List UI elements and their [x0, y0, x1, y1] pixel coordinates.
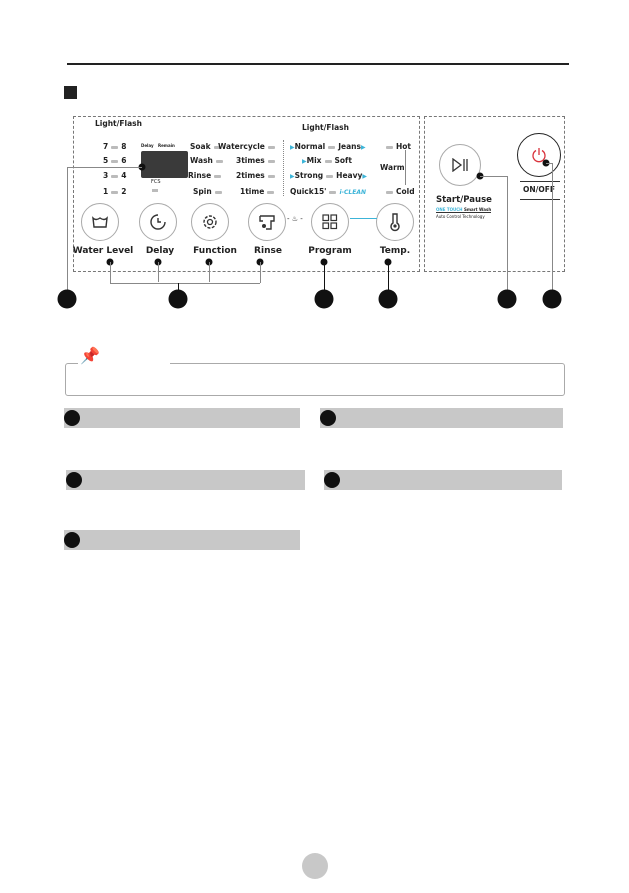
- light-flash-label: Light/Flash: [302, 123, 349, 132]
- divider: [520, 199, 560, 200]
- rinse-label: Rinse: [254, 246, 282, 256]
- level-label: 4: [121, 171, 127, 180]
- top-rule: [67, 63, 569, 65]
- section-bar: [66, 470, 305, 490]
- start-pause-label: Start/Pause: [436, 195, 492, 205]
- level-label: 3: [103, 171, 109, 180]
- temp-warm: Warm: [380, 163, 405, 172]
- function-soak: Soak: [190, 142, 211, 151]
- shirt-drop-icon: [259, 215, 275, 230]
- function-rinse: Rinse: [188, 171, 212, 180]
- digit-display: [141, 151, 188, 178]
- program-button[interactable]: [311, 203, 349, 241]
- program-normal: Normal: [294, 142, 326, 151]
- delay-button[interactable]: [139, 203, 177, 241]
- callout-marker: [542, 289, 562, 309]
- temp-cold: Cold: [396, 187, 415, 196]
- basin-icon: [92, 216, 108, 228]
- fcs-led: [152, 189, 158, 192]
- water-level-button[interactable]: [81, 203, 119, 241]
- delay-label: Delay: [141, 143, 154, 148]
- level-label: 6: [121, 156, 127, 165]
- divider: [436, 212, 491, 213]
- bullet-icon: [66, 472, 82, 488]
- temp-label: Temp.: [379, 246, 411, 256]
- fcs-link: [350, 218, 377, 219]
- callout-marker: [314, 289, 334, 309]
- rinse-button[interactable]: [248, 203, 286, 241]
- program-label: Program: [308, 246, 352, 256]
- bullet-icon: [64, 410, 80, 426]
- rinse-3times: 3times: [236, 156, 265, 165]
- function-label: Function: [193, 246, 237, 256]
- temp-button[interactable]: [376, 203, 414, 241]
- function-spin: Spin: [193, 187, 212, 196]
- tech-text: Auto Control Technology: [436, 214, 485, 219]
- bullet-icon: [324, 472, 340, 488]
- page-number-badge: [302, 853, 328, 879]
- callout-marker: [497, 289, 517, 309]
- warm-bracket: [405, 150, 406, 185]
- level-label: 7: [103, 142, 109, 151]
- callout-marker: [168, 289, 188, 309]
- level-label: 1: [103, 187, 109, 196]
- program-jeans: Jeans: [338, 142, 361, 151]
- level-label: 5: [103, 156, 109, 165]
- level-label: 2: [121, 187, 127, 196]
- rinse-watercycle: Watercycle: [218, 142, 265, 151]
- start-pause-button[interactable]: [439, 144, 481, 186]
- section-bar: [64, 530, 300, 550]
- program-strong: Strong: [294, 171, 324, 180]
- program-quick15: Quick15': [290, 187, 327, 196]
- delay-label: Delay: [145, 246, 175, 256]
- bullet-icon: [64, 532, 80, 548]
- program-heavy: Heavy: [336, 171, 363, 180]
- program-soft: Soft: [334, 156, 352, 165]
- section-bar: [64, 408, 300, 428]
- program-iclean: i-CLEAN: [339, 189, 366, 196]
- section-marker: [64, 86, 77, 99]
- function-wash: Wash: [190, 156, 213, 165]
- power-button[interactable]: [517, 133, 561, 177]
- play-pause-icon: [452, 158, 468, 172]
- water-level-label: Water Level: [72, 246, 134, 256]
- section-bar: [320, 408, 563, 428]
- rinse-2times: 2times: [236, 171, 265, 180]
- bullet-icon: [320, 410, 336, 426]
- callout-marker: [57, 289, 77, 309]
- section-bar: [324, 470, 562, 490]
- light-flash-label: Light/Flash: [95, 119, 142, 128]
- rinse-1time: 1time: [240, 187, 265, 196]
- level-label: 8: [121, 142, 127, 151]
- divider: [520, 181, 560, 182]
- function-button[interactable]: [191, 203, 229, 241]
- clock-icon: [150, 214, 166, 230]
- grid-icon: [322, 214, 338, 230]
- note-box: [65, 363, 565, 396]
- thermometer-icon: [390, 213, 400, 232]
- child-lock-link: - ♨ -: [287, 215, 303, 223]
- gear-icon: [203, 215, 217, 229]
- divider-dotted: [283, 140, 284, 196]
- fcs-label: FCS: [151, 179, 161, 185]
- remain-label: Remain: [158, 143, 175, 148]
- pushpin-icon: 📌: [80, 346, 100, 365]
- program-mix: Mix: [306, 156, 322, 165]
- temp-hot: Hot: [396, 142, 412, 151]
- callout-marker: [378, 289, 398, 309]
- on-off-label: ON/OFF: [523, 185, 556, 194]
